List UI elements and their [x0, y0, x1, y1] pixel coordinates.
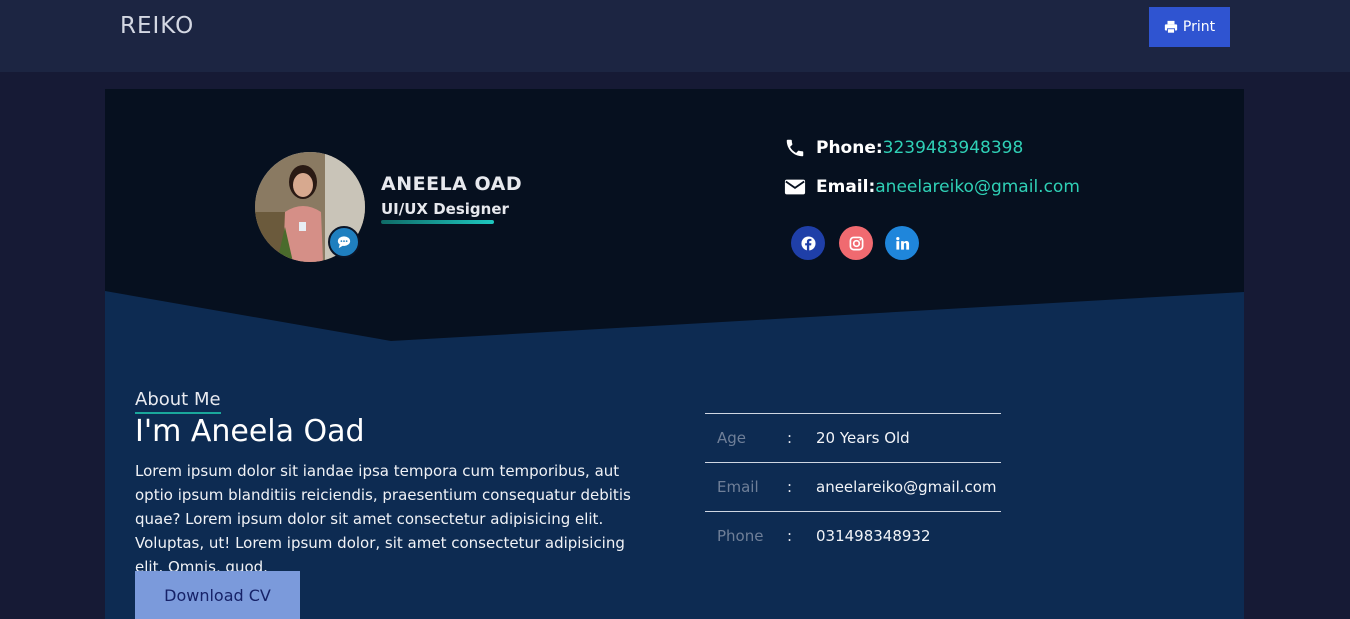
profile-card: ANEELA OAD UI/UX Designer Phone:32394839… — [105, 89, 1244, 619]
chat-badge[interactable] — [328, 226, 360, 258]
info-separator: : — [787, 527, 793, 545]
about-section-label: About Me — [135, 389, 221, 414]
info-row-age: Age : 20 Years Old — [705, 414, 1001, 463]
linkedin-link[interactable] — [885, 226, 919, 260]
instagram-link[interactable] — [839, 226, 873, 260]
phone-contact: Phone:3239483948398 — [784, 137, 1023, 159]
phone-label: Phone: — [816, 138, 883, 158]
info-row-email: Email : aneelareiko@gmail.com — [705, 463, 1001, 512]
facebook-icon — [800, 235, 816, 251]
about-title: I'm Aneela Oad — [135, 414, 365, 449]
info-key: Age — [717, 429, 747, 447]
chat-icon — [337, 236, 351, 249]
profile-role: UI/UX Designer — [381, 200, 509, 218]
facebook-link[interactable] — [791, 226, 825, 260]
info-value: 20 Years Old — [816, 429, 910, 447]
role-underline — [381, 220, 494, 224]
info-value: 031498348932 — [816, 527, 931, 545]
instagram-icon — [849, 236, 863, 250]
download-cv-button[interactable]: Download CV — [135, 571, 300, 619]
linkedin-icon — [895, 236, 909, 250]
info-key: Email — [717, 478, 759, 496]
top-navbar: REIKO Print — [0, 0, 1350, 72]
brand-logo-text[interactable]: REIKO — [120, 13, 194, 39]
phone-value[interactable]: 3239483948398 — [883, 138, 1024, 158]
email-value[interactable]: aneelareiko@gmail.com — [875, 177, 1080, 197]
about-description: Lorem ipsum dolor sit iandae ipsa tempor… — [135, 462, 631, 576]
print-button[interactable]: Print — [1149, 7, 1230, 47]
email-label: Email: — [816, 177, 876, 197]
info-table: Age : 20 Years Old Email : aneelareiko@g… — [705, 413, 1001, 560]
profile-name: ANEELA OAD — [381, 173, 523, 195]
info-separator: : — [787, 429, 793, 447]
print-button-label: Print — [1182, 19, 1216, 35]
phone-icon — [786, 139, 804, 157]
info-row-phone: Phone : 031498348932 — [705, 512, 1001, 560]
info-separator: : — [787, 478, 793, 496]
info-value: aneelareiko@gmail.com — [816, 478, 997, 496]
info-key: Phone — [717, 527, 764, 545]
email-contact: Email:aneelareiko@gmail.com — [784, 176, 1080, 198]
envelope-icon — [784, 179, 806, 195]
print-icon — [1164, 20, 1178, 34]
